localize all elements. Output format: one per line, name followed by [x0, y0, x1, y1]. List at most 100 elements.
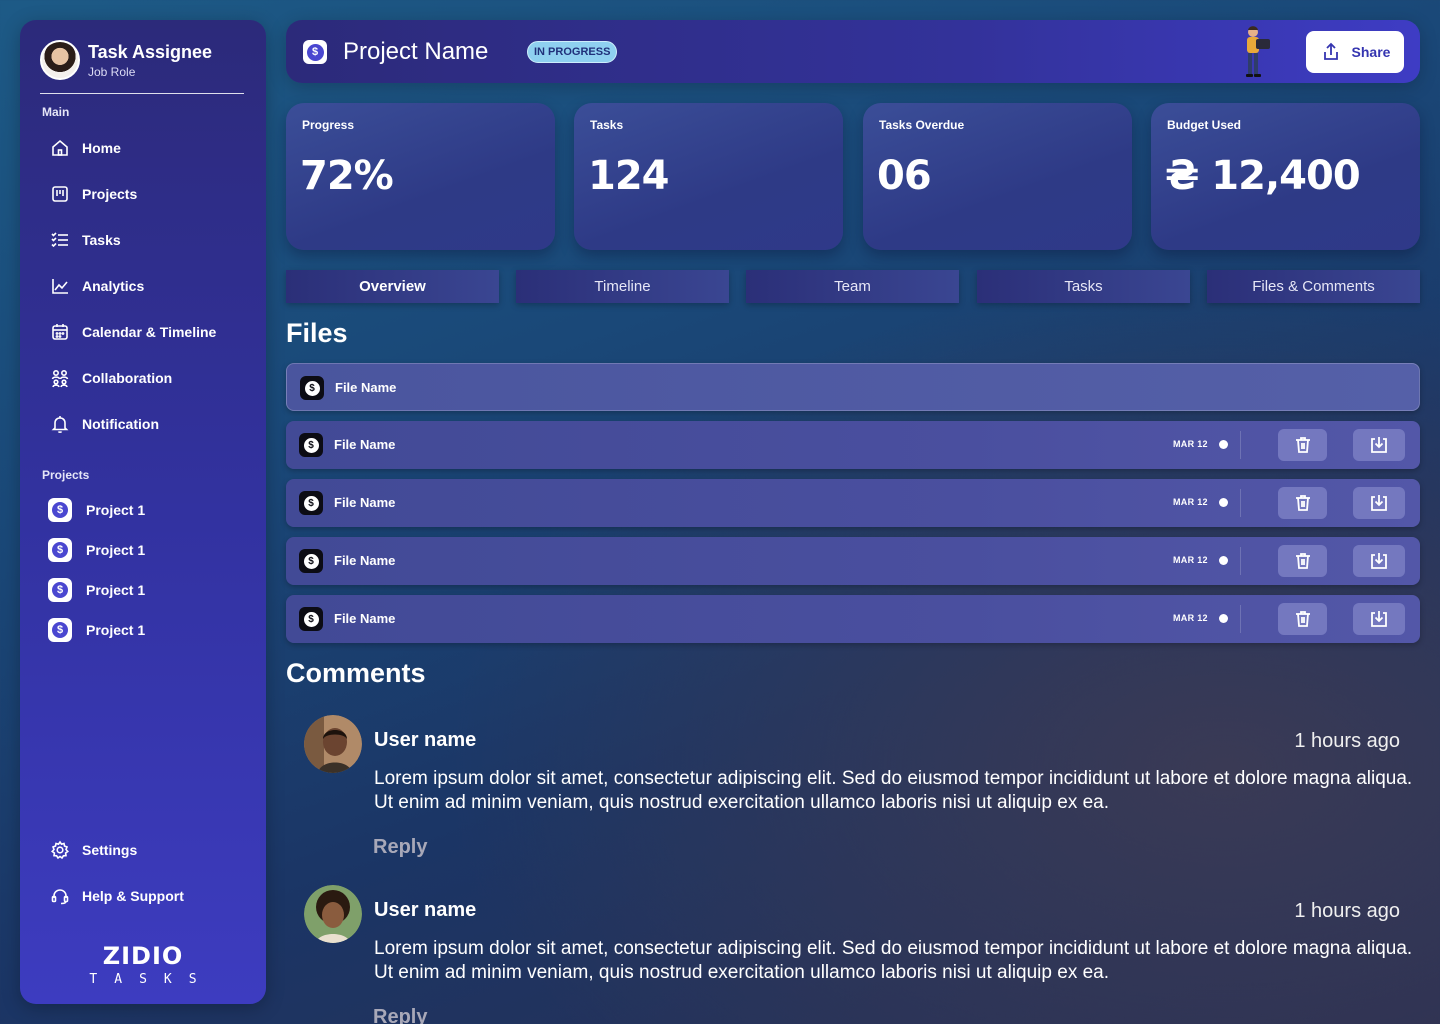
project-logo-icon: $ [48, 498, 72, 522]
file-name: File Name [334, 611, 396, 626]
file-date: MAR 12 [1173, 439, 1208, 449]
sidebar-item-projects[interactable]: Projects [50, 182, 137, 206]
stat-card-progress: Progress 72% [286, 103, 555, 250]
files-header-row: $ File Name [286, 363, 1420, 411]
divider [1240, 431, 1241, 459]
sidebar-item-home[interactable]: Home [50, 136, 121, 160]
file-row[interactable]: $ File Name MAR 12 [286, 479, 1420, 527]
download-button[interactable] [1353, 429, 1405, 461]
home-icon [52, 139, 68, 156]
tab-files-comments[interactable]: Files & Comments [1207, 270, 1420, 303]
file-row[interactable]: $ File Name MAR 12 [286, 537, 1420, 585]
download-button[interactable] [1353, 545, 1405, 577]
trash-icon [1295, 611, 1310, 627]
share-button-label: Share [1351, 44, 1391, 60]
file-type-icon: $ [299, 491, 323, 515]
sidebar-item-calendar[interactable]: Calendar & Timeline [50, 320, 216, 344]
project-header: $ Project Name IN PROGRESS Share [286, 20, 1420, 83]
sidebar-item-analytics[interactable]: Analytics [50, 274, 144, 298]
file-date: MAR 12 [1173, 613, 1208, 623]
download-button[interactable] [1353, 603, 1405, 635]
tab-overview[interactable]: Overview [286, 270, 499, 303]
character-illustration-icon [1246, 26, 1270, 77]
file-row[interactable]: $ File Name MAR 12 [286, 595, 1420, 643]
sidebar-item-notification[interactable]: Notification [50, 412, 159, 436]
clock-icon [1219, 556, 1228, 565]
sidebar-item-collaboration[interactable]: Collaboration [50, 366, 172, 390]
sidebar-item-label: Notification [82, 416, 159, 432]
sidebar-item-label: Projects [82, 186, 138, 202]
file-date: MAR 12 [1173, 497, 1208, 507]
delete-button[interactable] [1278, 429, 1327, 461]
comments-title: Comments [286, 658, 426, 688]
download-button[interactable] [1353, 487, 1405, 519]
sidebar-project-label: Project 1 [86, 502, 146, 518]
comment-body: Lorem ipsum dolor sit amet, consectetur … [374, 938, 1413, 983]
file-name: File Name [334, 437, 396, 452]
sidebar-project-4[interactable]: $ Project 1 [48, 618, 145, 642]
sidebar-project-2[interactable]: $ Project 1 [48, 538, 145, 562]
file-name: File Name [334, 553, 396, 568]
calendar-icon [52, 324, 68, 340]
trash-icon [1295, 495, 1310, 511]
comment-user-name[interactable]: User name [374, 729, 476, 752]
comment-user-name[interactable]: User name [374, 899, 476, 922]
share-icon [1323, 42, 1338, 60]
status-badge: IN PROGRESS [527, 41, 618, 63]
file-name: File Name [334, 495, 396, 510]
files-title: Files [286, 318, 348, 348]
sidebar-project-3[interactable]: $ Project 1 [48, 578, 145, 602]
file-type-icon: $ [300, 376, 324, 400]
delete-button[interactable] [1278, 487, 1327, 519]
file-type-icon: $ [299, 433, 323, 457]
tab-team[interactable]: Team [746, 270, 959, 303]
sidebar: Task Assignee Job Role Main Home Project… [20, 20, 266, 1004]
sidebar-project-1[interactable]: $ Project 1 [48, 498, 145, 522]
sidebar-item-label: Help & Support [82, 888, 184, 904]
file-date: MAR 12 [1173, 555, 1208, 565]
reply-button[interactable]: Reply [373, 1006, 427, 1024]
file-row[interactable]: $ File Name MAR 12 [286, 421, 1420, 469]
main-section-label: Main [42, 105, 70, 119]
sidebar-item-label: Settings [82, 842, 138, 858]
profile[interactable]: Task Assignee Job Role [40, 40, 244, 94]
sidebar-item-label: Analytics [82, 278, 145, 294]
collaboration-icon [51, 369, 69, 388]
download-icon [1371, 553, 1387, 569]
sidebar-project-label: Project 1 [86, 542, 146, 558]
clock-icon [1219, 614, 1228, 623]
download-icon [1371, 611, 1387, 627]
divider [1240, 605, 1241, 633]
reply-button[interactable]: Reply [373, 836, 427, 859]
project-logo-icon: $ [303, 40, 327, 64]
file-type-icon: $ [299, 607, 323, 631]
brand-subtitle: TASKS [89, 972, 214, 987]
project-logo-icon: $ [48, 578, 72, 602]
sidebar-item-help[interactable]: Help & Support [50, 884, 184, 908]
sidebar-project-label: Project 1 [86, 582, 146, 598]
stat-card-tasks: Tasks 124 [574, 103, 843, 250]
sidebar-item-label: Calendar & Timeline [82, 324, 217, 340]
headset-icon [51, 889, 69, 905]
comment-timestamp: 1 hours ago [1294, 730, 1400, 752]
stat-label: Progress [302, 118, 355, 132]
sidebar-item-tasks[interactable]: Tasks [50, 228, 121, 252]
stat-value: ₴ 12,400 [1165, 153, 1361, 199]
page-title: Project Name [343, 38, 489, 65]
projects-section-label: Projects [42, 468, 90, 482]
tab-timeline[interactable]: Timeline [516, 270, 729, 303]
tasks-icon [51, 232, 68, 248]
delete-button[interactable] [1278, 545, 1327, 577]
stat-label: Budget Used [1167, 118, 1242, 132]
tab-tasks[interactable]: Tasks [977, 270, 1190, 303]
avatar [304, 885, 362, 943]
sidebar-item-settings[interactable]: Settings [50, 838, 137, 862]
download-icon [1371, 495, 1387, 511]
brand-logo: ZIDIO TASKS [20, 942, 266, 987]
share-button[interactable]: Share [1306, 31, 1404, 73]
trash-icon [1295, 437, 1310, 453]
profile-role: Job Role [88, 65, 136, 79]
avatar [304, 715, 362, 773]
comment-body: Lorem ipsum dolor sit amet, consectetur … [374, 768, 1413, 813]
delete-button[interactable] [1278, 603, 1327, 635]
